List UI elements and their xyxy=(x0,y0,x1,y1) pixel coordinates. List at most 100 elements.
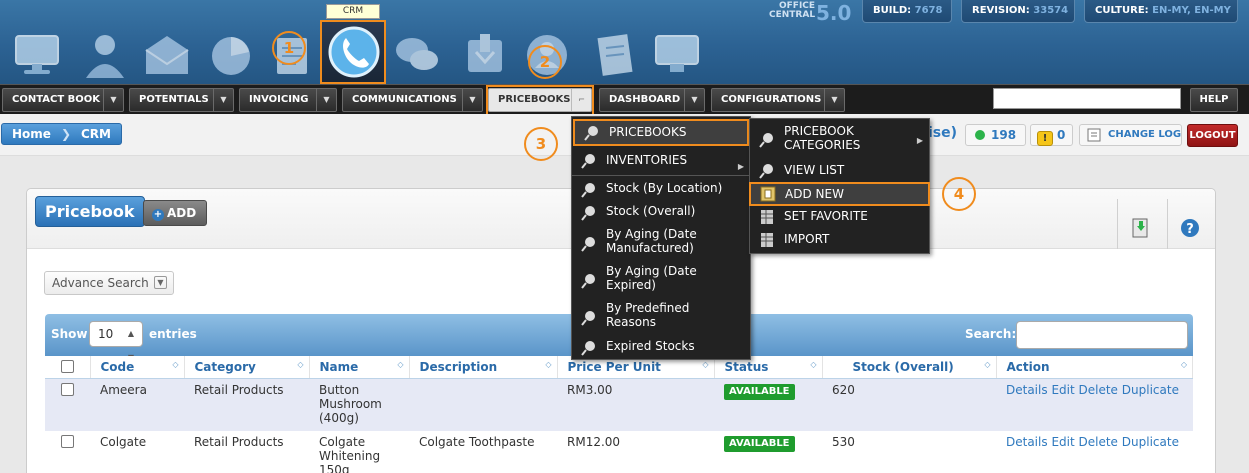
chevron-down-icon[interactable]: ▼ xyxy=(213,89,233,111)
cell-price: RM12.00 xyxy=(557,431,714,473)
main-nav: CONTACT BOOK ▼ POTENTIALS ▼ INVOICING ▼ COM… xyxy=(0,84,1249,114)
menu-item-aging-expired[interactable]: By Aging (Date Expired) xyxy=(572,264,742,298)
menu-item-pricebooks[interactable]: PRICEBOOKS xyxy=(573,119,749,146)
online-dot-icon xyxy=(975,130,985,140)
user-icon[interactable] xyxy=(78,28,132,82)
duplicate-link[interactable]: Duplicate xyxy=(1122,435,1179,449)
menu-item-stock-overall[interactable]: Stock (Overall) xyxy=(572,202,750,224)
add-button[interactable]: + ADD xyxy=(143,200,207,226)
nav-communications[interactable]: COMMUNICATIONS ▼ xyxy=(342,88,483,112)
warning-icon: ! xyxy=(1037,131,1053,146)
delete-link[interactable]: Delete xyxy=(1079,435,1118,449)
menu-item-predefined-reasons[interactable]: By Predefined Reasons xyxy=(572,301,742,335)
grid-search-input[interactable] xyxy=(1016,321,1188,349)
menu-item-pricebook-categories[interactable]: PRICEBOOK CATEGORIES ▶ xyxy=(750,124,929,156)
menu-item-stock-by-location[interactable]: Stock (By Location) xyxy=(572,179,750,201)
column-header[interactable]: Code ◇ xyxy=(90,356,185,379)
magnifier-icon xyxy=(580,204,598,222)
grid-icon xyxy=(758,208,776,226)
warning-badge[interactable]: ! 0 xyxy=(1030,124,1073,146)
inbox-icon[interactable] xyxy=(458,28,512,82)
phone-icon[interactable] xyxy=(320,20,386,84)
chevron-down-icon[interactable]: ▼ xyxy=(103,89,123,111)
table-row[interactable]: Colgate Retail Products Colgate Whitenin… xyxy=(45,431,1193,473)
toolbar-divider xyxy=(1167,199,1168,249)
edit-link[interactable]: Edit xyxy=(1051,435,1074,449)
chevron-down-icon[interactable]: ▼ xyxy=(462,89,482,111)
chevron-down-icon[interactable]: ▼ xyxy=(824,89,844,111)
sort-icon: ◇ xyxy=(702,360,709,369)
export-icon[interactable] xyxy=(1130,217,1152,239)
magnifier-icon xyxy=(758,162,776,180)
cell-code: Ameera xyxy=(90,378,184,431)
chevron-down-icon[interactable]: ▼ xyxy=(316,89,336,111)
logout-button[interactable]: LOGOUT xyxy=(1187,124,1238,147)
advance-search-button[interactable]: Advance Search ▼ xyxy=(44,271,174,295)
breadcrumb-home[interactable]: Home xyxy=(2,124,61,144)
help-circle-icon[interactable]: ? xyxy=(1179,217,1201,239)
entries-select[interactable]: 10▲▼ xyxy=(89,321,143,362)
show-label: Show xyxy=(51,327,88,341)
column-header[interactable]: Category ◇ xyxy=(184,356,310,379)
nav-potentials[interactable]: POTENTIALS ▼ xyxy=(129,88,234,112)
crm-tooltip: CRM xyxy=(326,4,380,19)
menu-item-add-new[interactable]: ADD NEW xyxy=(749,182,930,206)
menu-item-aging-manufactured[interactable]: By Aging (Date Manufactured) xyxy=(572,227,742,261)
magnifier-icon xyxy=(583,124,601,142)
edit-link[interactable]: Edit xyxy=(1051,383,1074,397)
menu-divider xyxy=(572,175,750,176)
cell-category: Retail Products xyxy=(184,378,309,431)
select-all-checkbox[interactable] xyxy=(60,359,74,373)
nav-contact-book[interactable]: CONTACT BOOK ▼ xyxy=(2,88,124,112)
sort-icon: ◇ xyxy=(545,360,552,369)
desktop-icon[interactable] xyxy=(10,28,64,82)
change-log-icon xyxy=(1087,128,1101,142)
build-info: BUILD: 7678 xyxy=(862,0,952,23)
column-header[interactable]: Description ◇ xyxy=(409,356,558,379)
nav-invoicing[interactable]: INVOICING ▼ xyxy=(239,88,337,112)
cell-name: Colgate Whitening 150g xyxy=(309,431,409,473)
nav-configurations[interactable]: CONFIGURATIONS ▼ xyxy=(711,88,845,112)
details-link[interactable]: Details xyxy=(1006,383,1048,397)
menu-item-inventories[interactable]: INVENTORIES ▶ xyxy=(572,148,750,174)
column-header[interactable]: Stock (Overall) ◇ xyxy=(822,356,997,379)
sort-icon: ◇ xyxy=(297,360,304,369)
brand-version: 5.0 xyxy=(816,1,852,25)
status-badge: AVAILABLE xyxy=(724,436,795,452)
menu-item-expired-stocks[interactable]: Expired Stocks xyxy=(572,338,750,358)
column-header[interactable]: Name ◇ xyxy=(309,356,410,379)
sort-icon: ◇ xyxy=(810,360,817,369)
document-icon[interactable] xyxy=(588,28,642,82)
details-link[interactable]: Details xyxy=(1006,435,1048,449)
delete-link[interactable]: Delete xyxy=(1079,383,1118,397)
nav-dashboard[interactable]: DASHBOARD ▼ xyxy=(599,88,705,112)
chevron-down-icon[interactable]: ▼ xyxy=(684,89,704,111)
cell-description xyxy=(409,378,557,431)
cell-stock: 620 xyxy=(822,378,996,431)
breadcrumb-crm[interactable]: CRM xyxy=(71,124,121,144)
online-users-badge[interactable]: 198 xyxy=(965,124,1026,146)
pricebooks-submenu: PRICEBOOK CATEGORIES ▶ VIEW LIST ADD NEW… xyxy=(749,118,930,254)
change-log-button[interactable]: CHANGE LOG xyxy=(1079,124,1182,146)
global-search-input[interactable] xyxy=(993,88,1181,109)
chat-icon[interactable] xyxy=(390,28,444,82)
toolbar-divider xyxy=(1117,199,1118,249)
menu-item-set-favorite[interactable]: SET FAVORITE xyxy=(750,206,929,228)
row-checkbox[interactable] xyxy=(61,435,74,448)
monitor-icon[interactable] xyxy=(650,28,704,82)
cell-price: RM3.00 xyxy=(557,378,714,431)
menu-item-import[interactable]: IMPORT xyxy=(750,229,929,251)
column-header[interactable]: Action ◇ xyxy=(996,356,1193,379)
table-row[interactable]: Ameera Retail Products Button Mushroom (… xyxy=(45,378,1193,431)
top-banner: CRM OFFICE CENTRAL 5.0 BUILD: 7678 REVIS… xyxy=(0,0,1249,84)
callout-3: 3 xyxy=(524,127,558,161)
duplicate-link[interactable]: Duplicate xyxy=(1122,383,1179,397)
row-checkbox[interactable] xyxy=(61,382,74,396)
add-form-icon xyxy=(759,185,777,203)
partial-header-text: ise) xyxy=(928,125,958,141)
help-button[interactable]: HELP xyxy=(1190,88,1238,112)
pie-chart-icon[interactable] xyxy=(204,28,258,82)
mail-icon[interactable] xyxy=(140,28,194,82)
breadcrumb: Home ❯ CRM xyxy=(1,123,122,145)
menu-item-view-list[interactable]: VIEW LIST xyxy=(750,159,929,183)
